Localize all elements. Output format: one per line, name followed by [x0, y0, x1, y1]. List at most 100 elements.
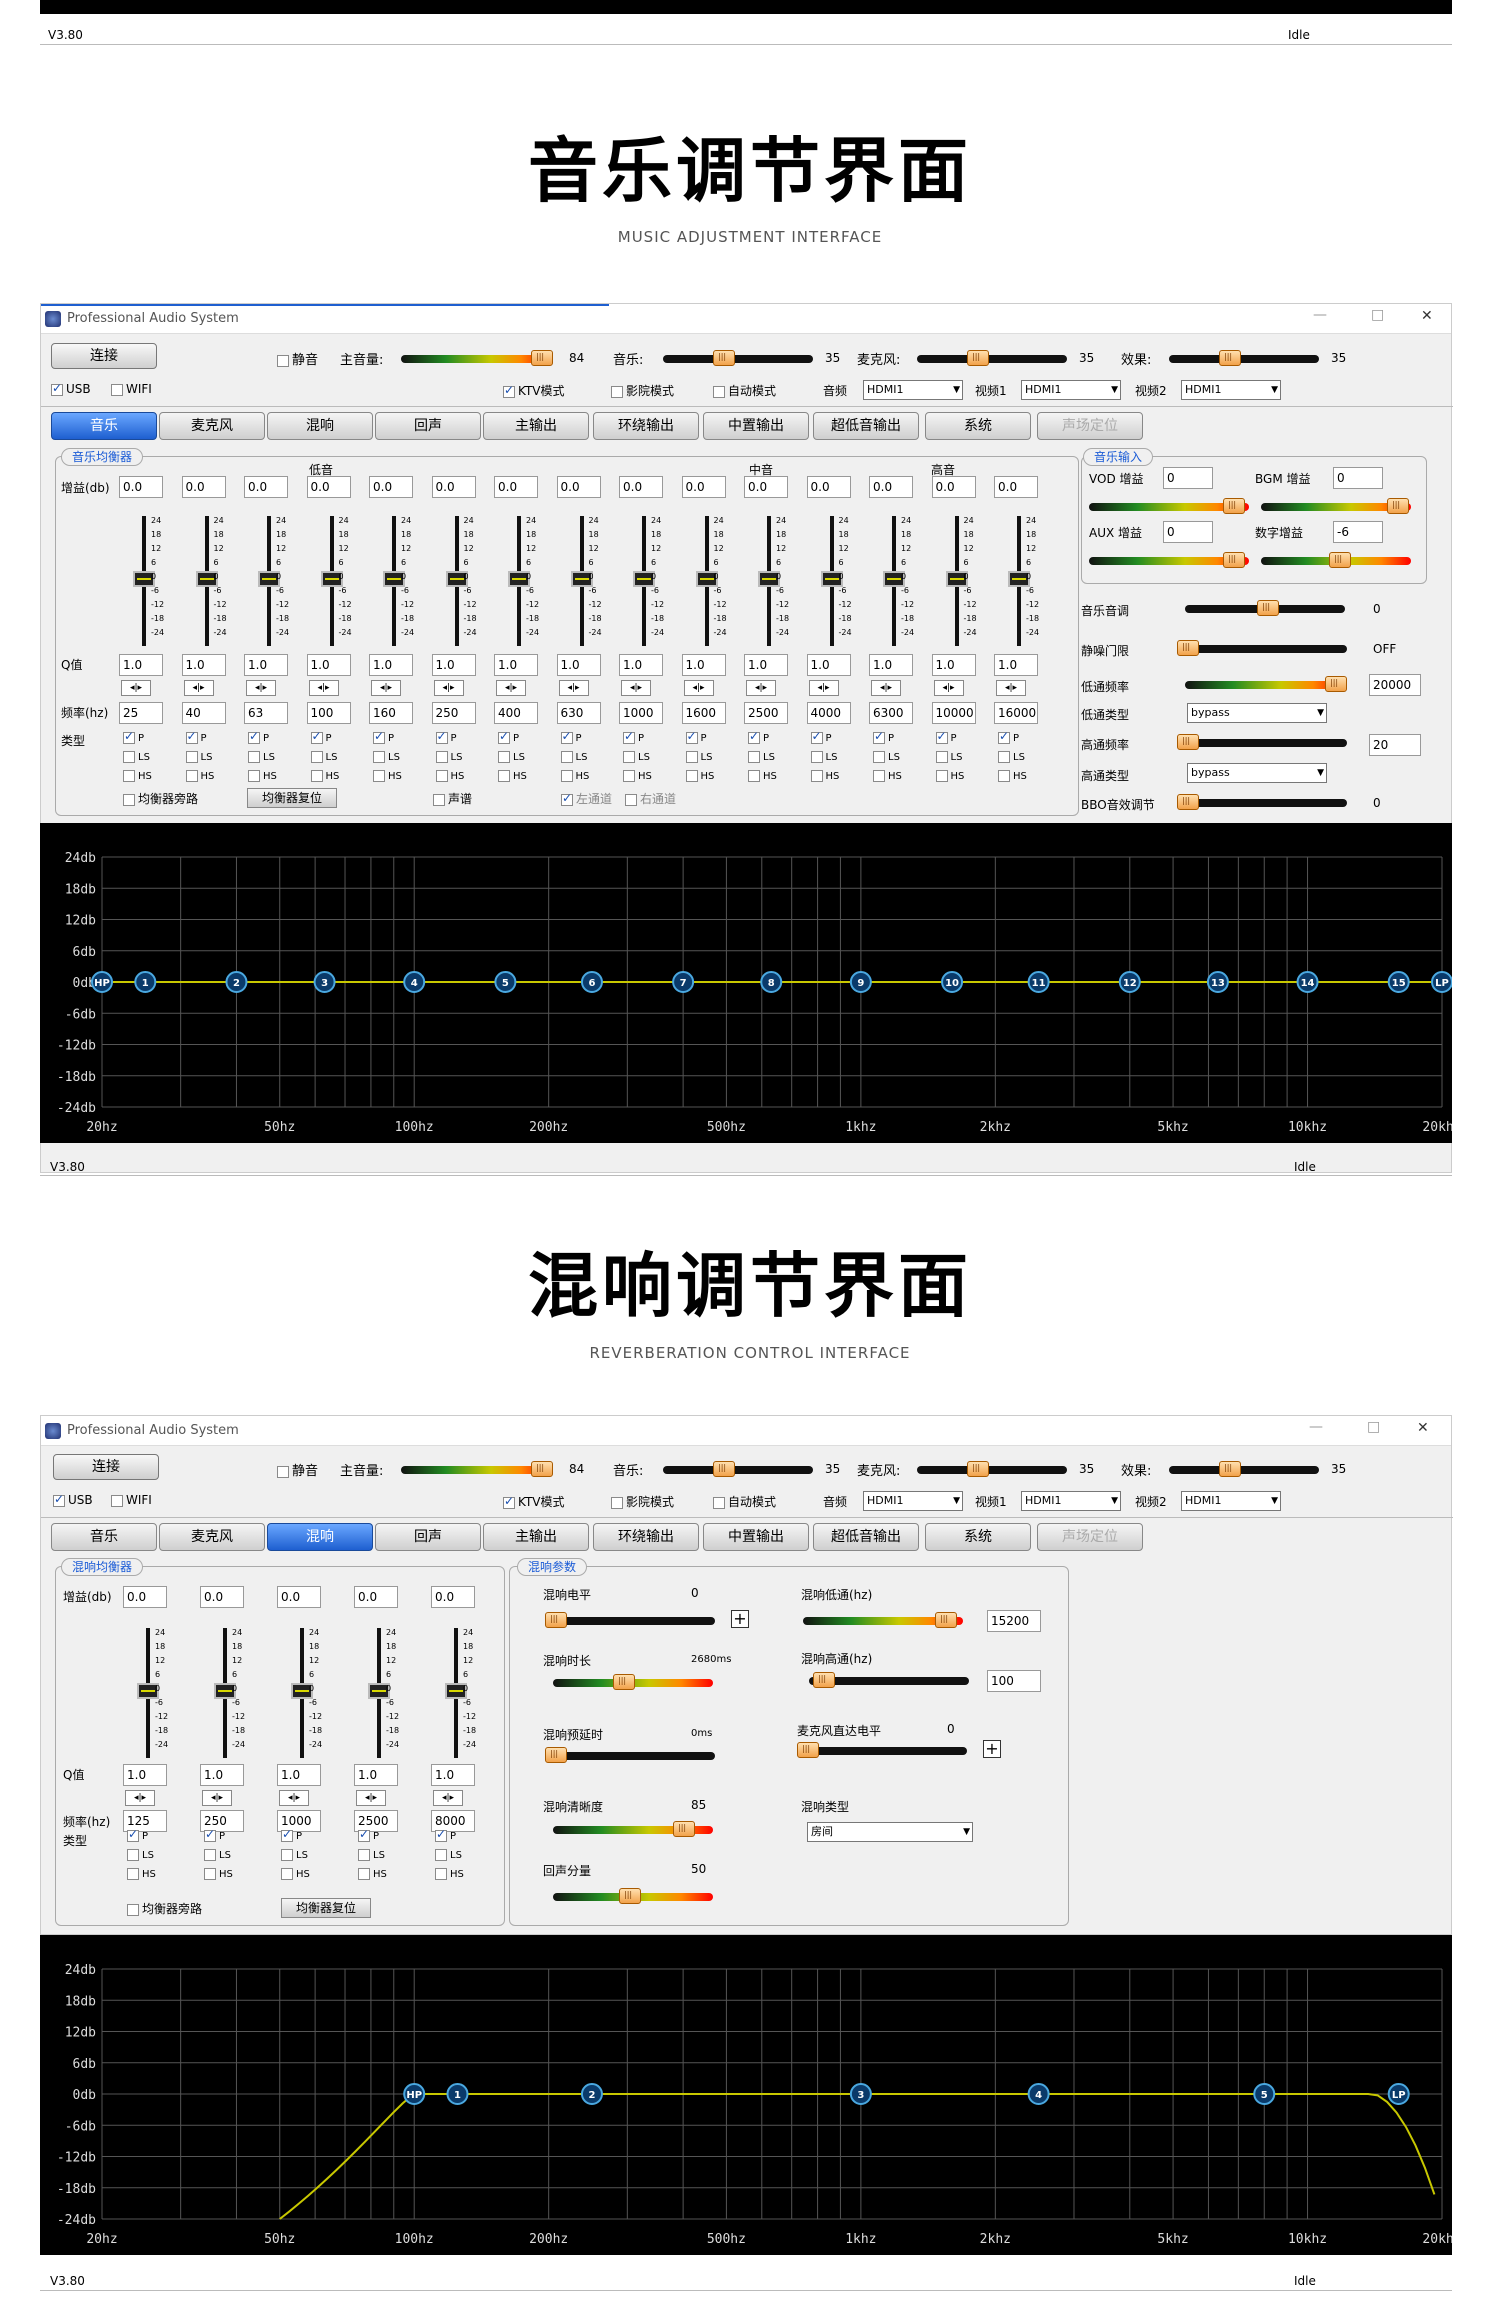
usb-checkbox[interactable]: USB [51, 381, 91, 396]
minimize-icon[interactable]: — [1313, 307, 1327, 323]
eq-q-spinner[interactable]: ◂|▸ [496, 680, 526, 696]
eq-type-ls-checkbox[interactable]: LS [498, 751, 525, 763]
eq-gain-input[interactable]: 0.0 [431, 476, 476, 498]
eq-gain-input[interactable]: 0.0 [369, 476, 413, 498]
tab-8[interactable]: 系统 [925, 412, 1031, 440]
eq-type-ls-checkbox[interactable]: LS [810, 751, 837, 763]
eq-type-ls-checkbox[interactable]: LS [935, 751, 962, 763]
tab-2-reverb[interactable]: 混响 [267, 1523, 373, 1551]
effect-slider[interactable] [1169, 350, 1319, 366]
eq-type-p-checkbox[interactable]: P [685, 729, 707, 744]
tab-4-reverb[interactable]: 主输出 [483, 1523, 589, 1551]
eq-type-ls-checkbox[interactable]: LS [310, 751, 337, 763]
right-channel-checkbox[interactable]: 右通道 [625, 790, 676, 807]
eq-q-input-reverb[interactable]: 1.0 [354, 1764, 398, 1786]
tab-9[interactable]: 声场定位 [1037, 412, 1143, 440]
eq-freq-input[interactable]: 10000 [931, 702, 976, 724]
hpf-input[interactable]: 20 [1369, 734, 1421, 756]
mic-slider[interactable] [917, 350, 1067, 366]
connect-button[interactable]: 连接 [51, 343, 157, 369]
video1-select-2[interactable]: HDMI1 [1021, 1491, 1121, 1511]
eq-type-p-checkbox[interactable]: P [123, 729, 144, 744]
lpf-type-select[interactable]: bypass [1187, 703, 1327, 723]
eq-type-hs-checkbox[interactable]: HS [560, 770, 589, 782]
eq-freq-input[interactable]: 6300 [869, 702, 913, 724]
eq-q-input[interactable]: 1.0 [306, 654, 351, 676]
eq-type-hs-checkbox[interactable]: HS [310, 770, 339, 782]
eq-q-input[interactable]: 1.0 [369, 654, 413, 676]
eq-q-input[interactable]: 1.0 [619, 654, 663, 676]
mute-checkbox-2[interactable]: 静音 [277, 1460, 318, 1479]
aux-input[interactable]: 0 [1163, 521, 1213, 543]
eq-gain-input[interactable]: 0.0 [494, 476, 538, 498]
cinema-checkbox[interactable]: 影院模式 [611, 382, 674, 399]
eq-q-spinner-reverb[interactable]: ◂|▸ [279, 1790, 309, 1806]
eq-type-p-checkbox[interactable]: P [248, 729, 269, 744]
left-channel-checkbox[interactable]: 左通道 [561, 790, 612, 807]
eq-q-spinner[interactable]: ◂|▸ [558, 680, 589, 696]
echo-slider[interactable] [553, 1888, 713, 1904]
lpf-input[interactable]: 20000 [1369, 674, 1421, 696]
eq-q-spinner[interactable]: ◂|▸ [683, 680, 714, 696]
eq-gain-input[interactable]: 0.0 [931, 476, 976, 498]
eq-gain-slider-reverb[interactable]: 24 18 12 6 0 -6 -12 -18 -24 [364, 1628, 399, 1758]
eq-gain-slider[interactable]: 24 18 12 6 0 -6 -12 -18 -24 [129, 516, 164, 646]
eq-type-ls-checkbox[interactable]: LS [248, 751, 275, 763]
auto-checkbox[interactable]: 自动模式 [713, 382, 776, 399]
eq-type-hs-checkbox[interactable]: HS [248, 770, 277, 782]
tab-2[interactable]: 混响 [267, 412, 373, 440]
eq-gain-slider[interactable]: 24 18 12 6 0 -6 -12 -18 -24 [629, 516, 664, 646]
eq-gain-slider-reverb[interactable]: 24 18 12 6 0 -6 -12 -18 -24 [441, 1628, 476, 1758]
eq-gain-slider[interactable]: 24 18 12 6 0 -6 -12 -18 -24 [754, 516, 789, 646]
eq-type-ls-checkbox-reverb[interactable]: LS [204, 1849, 231, 1861]
eq-gain-input[interactable]: 0.0 [681, 476, 726, 498]
eq-type-p-checkbox[interactable]: P [935, 729, 957, 744]
eq-q-spinner[interactable]: ◂|▸ [308, 680, 339, 696]
tab-5-reverb[interactable]: 环绕输出 [593, 1523, 699, 1551]
tab-1[interactable]: 麦克风 [159, 412, 265, 440]
eq-type-p-checkbox[interactable]: P [873, 729, 894, 744]
audio-select-2[interactable]: HDMI1 [863, 1491, 963, 1511]
reverb-eq-reset-button[interactable]: 均衡器复位 [281, 1898, 371, 1918]
eq-type-p-checkbox[interactable]: P [310, 729, 332, 744]
vod-slider[interactable] [1089, 498, 1249, 514]
eq-q-spinner[interactable]: ◂|▸ [371, 680, 401, 696]
mic-direct-slider[interactable] [797, 1742, 967, 1758]
eq-type-hs-checkbox[interactable]: HS [810, 770, 839, 782]
bbo-slider[interactable] [1177, 794, 1347, 810]
video2-select[interactable]: HDMI1 [1181, 380, 1281, 400]
eq-gain-input[interactable]: 0.0 [244, 476, 288, 498]
eq-freq-input[interactable]: 1000 [619, 702, 663, 724]
music-slider-2[interactable] [663, 1461, 813, 1477]
eq-gain-input-reverb[interactable]: 0.0 [200, 1586, 244, 1608]
eq-bypass-checkbox[interactable]: 均衡器旁路 [123, 790, 198, 807]
reverb-level-plus-button[interactable]: + [731, 1610, 749, 1628]
eq-gain-input-reverb[interactable]: 0.0 [354, 1586, 398, 1608]
eq-q-spinner-reverb[interactable]: ◂|▸ [125, 1790, 155, 1806]
eq-gain-slider[interactable]: 24 18 12 6 0 -6 -12 -18 -24 [379, 516, 414, 646]
usb-checkbox-2[interactable]: USB [53, 1492, 93, 1507]
eq-freq-input[interactable]: 160 [369, 702, 413, 724]
wifi-checkbox-2[interactable]: WIFI [111, 1493, 152, 1507]
mute-checkbox[interactable]: 静音 [277, 349, 318, 368]
eq-q-spinner-reverb[interactable]: ◂|▸ [433, 1790, 463, 1806]
master-slider[interactable] [401, 350, 553, 366]
eq-q-input-reverb[interactable]: 1.0 [277, 1764, 321, 1786]
eq-q-input[interactable]: 1.0 [931, 654, 976, 676]
eq-gain-input[interactable]: 0.0 [869, 476, 913, 498]
eq-type-ls-checkbox-reverb[interactable]: LS [358, 1849, 385, 1861]
close-icon-2[interactable]: ✕ [1417, 1420, 1429, 1436]
reverb-clarity-slider[interactable] [553, 1821, 713, 1837]
bgm-slider[interactable] [1261, 498, 1411, 514]
eq-gain-slider[interactable]: 24 18 12 6 0 -6 -12 -18 -24 [692, 516, 727, 646]
eq-freq-input[interactable]: 2500 [744, 702, 788, 724]
hpf-type-select[interactable]: bypass [1187, 763, 1327, 783]
eq-q-spinner[interactable]: ◂|▸ [433, 680, 464, 696]
eq-type-ls-checkbox[interactable]: LS [185, 751, 212, 763]
eq-reset-button[interactable]: 均衡器复位 [247, 788, 337, 808]
eq-q-spinner-reverb[interactable]: ◂|▸ [356, 1790, 386, 1806]
eq-gain-input-reverb[interactable]: 0.0 [123, 1586, 167, 1608]
eq-type-hs-checkbox-reverb[interactable]: HS [127, 1868, 156, 1880]
master-slider-2[interactable] [401, 1461, 553, 1477]
digital-input[interactable]: -6 [1333, 521, 1383, 543]
